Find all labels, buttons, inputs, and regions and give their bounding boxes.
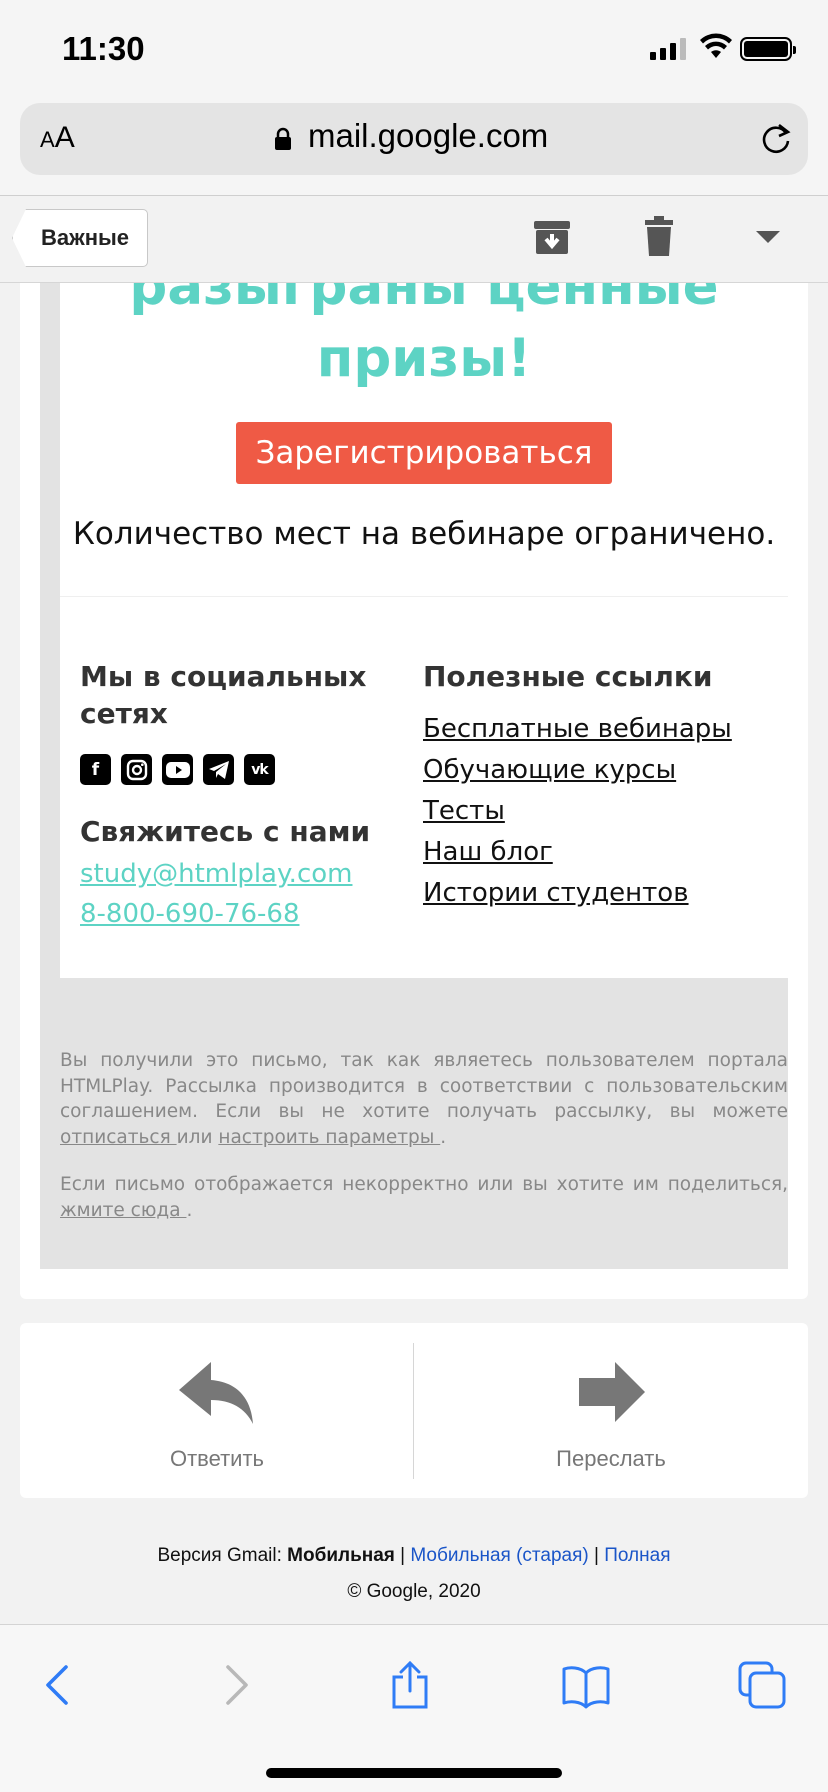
- wifi-icon: [700, 33, 732, 58]
- useful-links-column: Полезные ссылки Бесплатные вебинары Обуч…: [423, 658, 783, 914]
- archive-icon[interactable]: [532, 217, 572, 257]
- reply-icon: [179, 1362, 253, 1424]
- url-text[interactable]: mail.google.com: [308, 117, 548, 155]
- forward-icon: [579, 1362, 645, 1422]
- back-to-label-button[interactable]: Важные: [12, 209, 149, 267]
- lock-icon: [275, 127, 291, 150]
- cellular-signal-icon: [650, 38, 686, 60]
- social-contact-column: Мы в социальных сетях f vk Свяжитесь с н…: [80, 658, 400, 934]
- gmail-toolbar: Важные: [0, 197, 828, 283]
- reply-button[interactable]: Ответить: [20, 1323, 414, 1498]
- youtube-icon[interactable]: [162, 754, 193, 785]
- reply-label: Ответить: [169, 1446, 265, 1471]
- tabs-icon[interactable]: [738, 1661, 786, 1709]
- full-version-link[interactable]: Полная: [604, 1545, 670, 1566]
- gmail-version-footer: Версия Gmail: Мобильная | Мобильная (ста…: [0, 1538, 828, 1610]
- link-free-webinars[interactable]: Бесплатные вебинары: [423, 709, 783, 750]
- version-links: Версия Gmail: Мобильная | Мобильная (ста…: [157, 1545, 671, 1566]
- instagram-icon[interactable]: [121, 754, 152, 785]
- current-version: Мобильная: [287, 1545, 395, 1566]
- telegram-icon[interactable]: [203, 754, 234, 785]
- useful-links-heading: Полезные ссылки: [423, 660, 713, 693]
- contact-heading: Свяжитесь с нами: [80, 815, 371, 848]
- reload-icon[interactable]: [758, 121, 794, 157]
- email-body: разыграны ценные призы! Зарегистрировать…: [20, 283, 808, 1299]
- vk-icon[interactable]: vk: [244, 754, 275, 785]
- link-tests[interactable]: Тесты: [423, 791, 783, 832]
- email-content-card: разыграны ценные призы! Зарегистрировать…: [60, 283, 788, 978]
- link-courses[interactable]: Обучающие курсы: [423, 750, 783, 791]
- email-footer: Вы получили это письмо, так как являетес…: [60, 1048, 788, 1245]
- home-indicator: [266, 1768, 562, 1778]
- link-blog[interactable]: Наш блог: [423, 832, 783, 873]
- message-actions: Ответить Переслать: [20, 1323, 808, 1498]
- promo-headline: разыграны ценные призы!: [129, 283, 719, 389]
- register-button[interactable]: Зарегистрироваться: [236, 422, 612, 484]
- social-heading: Мы в социальных сетях: [80, 660, 367, 730]
- divider: [60, 596, 788, 597]
- status-bar: 11:30: [0, 0, 828, 90]
- browser-address-area: AA mail.google.com: [0, 90, 828, 196]
- trash-icon[interactable]: [642, 215, 676, 257]
- forward-label: Переслать: [556, 1446, 666, 1471]
- view-online-link[interactable]: жмите сюда: [60, 1200, 186, 1221]
- limited-seats-text: Количество мест на вебинаре ограничено.: [72, 516, 776, 552]
- text-size-button[interactable]: AA: [40, 121, 75, 155]
- facebook-icon[interactable]: f: [80, 754, 111, 785]
- link-student-stories[interactable]: Истории студентов: [423, 873, 783, 914]
- contact-email-link[interactable]: study@htmlplay.com: [80, 854, 400, 894]
- settings-link[interactable]: настроить параметры: [218, 1127, 440, 1148]
- battery-icon: [740, 37, 796, 61]
- back-icon[interactable]: [34, 1661, 82, 1709]
- footer-view-online-note: Если письмо отображается некорректно или…: [60, 1174, 788, 1221]
- unsubscribe-link[interactable]: отписаться: [60, 1127, 177, 1148]
- forward-button[interactable]: Переслать: [414, 1323, 808, 1498]
- more-dropdown-icon[interactable]: [756, 231, 780, 245]
- browser-toolbar: [0, 1624, 828, 1792]
- social-icons: f vk: [80, 754, 400, 785]
- share-icon[interactable]: [386, 1661, 434, 1709]
- status-time: 11:30: [62, 30, 145, 67]
- contact-phone-link[interactable]: 8-800-690-76-68: [80, 894, 400, 934]
- copyright: © Google, 2020: [347, 1581, 481, 1602]
- bookmarks-icon[interactable]: [562, 1661, 610, 1709]
- old-mobile-version-link[interactable]: Мобильная (старая): [410, 1545, 588, 1566]
- footer-subscription-note: Вы получили это письмо, так как являетес…: [60, 1050, 788, 1148]
- forward-nav-icon[interactable]: [212, 1661, 260, 1709]
- address-bar[interactable]: AA mail.google.com: [20, 103, 808, 175]
